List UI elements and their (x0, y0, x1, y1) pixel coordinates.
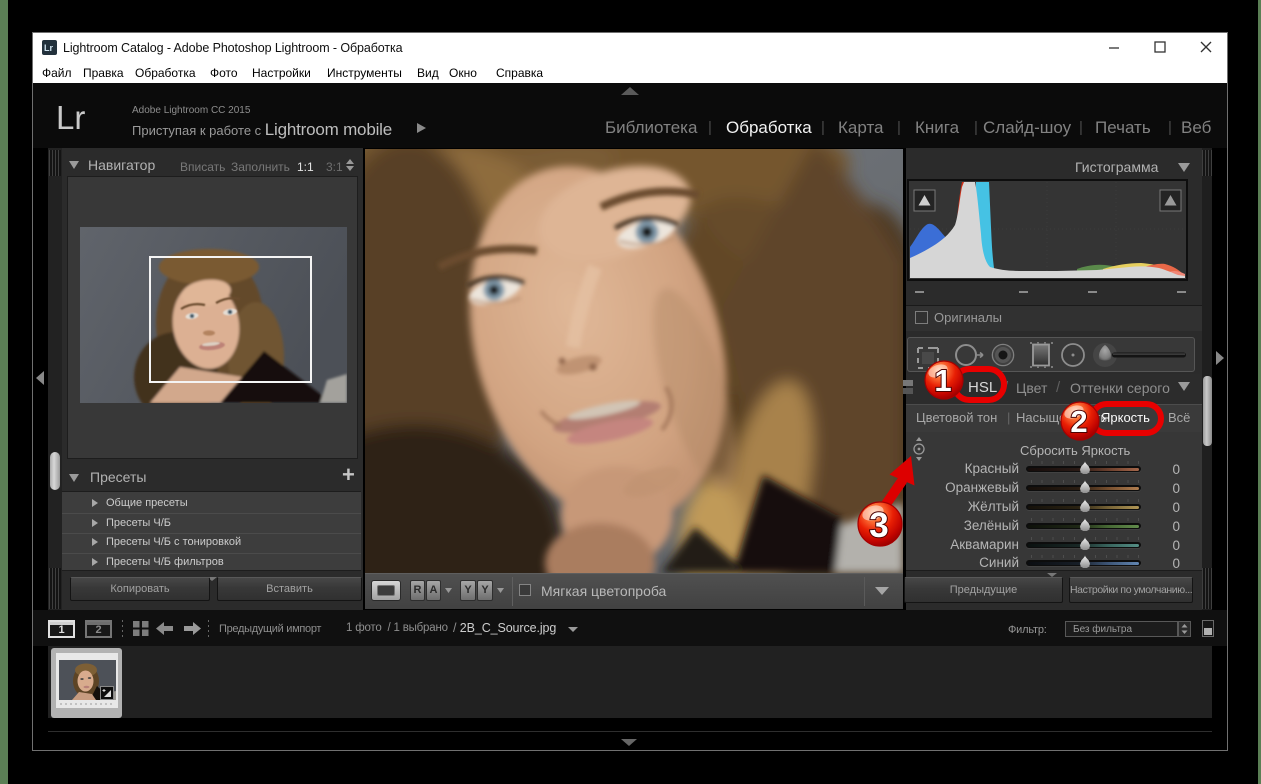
svg-text:1: 1 (934, 363, 951, 398)
svg-text:2: 2 (1070, 404, 1087, 439)
svg-text:3: 3 (869, 506, 888, 545)
